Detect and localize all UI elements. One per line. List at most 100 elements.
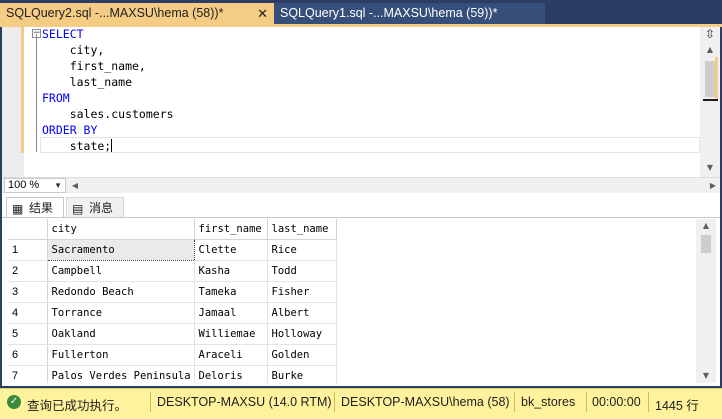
split-view-icon[interactable]: ⇳ [702, 27, 718, 41]
scrollbar-change-marker [715, 57, 718, 101]
editor-horizontal-scrollbar[interactable]: ◀ ▶ [68, 178, 720, 193]
status-bar: ✓ 查询已成功执行。 DESKTOP-MAXSU (14.0 RTM) DESK… [0, 388, 722, 419]
tab-sqlquery2-label: SQLQuery2.sql -...MAXSU\hema (58))* [6, 6, 224, 20]
status-divider [648, 392, 649, 412]
cell-first-name[interactable]: Clette [194, 239, 268, 261]
cell-first-name[interactable]: Kasha [194, 260, 268, 282]
editor-vertical-scrollbar[interactable]: ⇳ ▲ ▼ [700, 27, 720, 177]
outline-line [36, 34, 37, 152]
cell-last-name[interactable]: Golden [267, 344, 337, 366]
zoom-bar: 100 % ▼ ◀ ▶ [2, 177, 720, 193]
cell-first-name[interactable]: Tameka [194, 281, 268, 303]
row-number[interactable]: 3 [8, 281, 48, 303]
table-row[interactable]: 5 Oakland Williemae Holloway [8, 323, 337, 345]
grid-icon: ▦ [12, 202, 24, 216]
row-number[interactable]: 7 [8, 365, 48, 383]
status-elapsed-time: 00:00:00 [592, 395, 641, 409]
code-line: sales.customers [42, 107, 174, 121]
table-row[interactable]: 3 Redondo Beach Tameka Fisher [8, 281, 337, 303]
cell-first-name[interactable]: Williemae [194, 323, 268, 345]
messages-icon: ▤ [72, 202, 84, 216]
tab-messages-label: 消息 [89, 201, 114, 215]
text-caret [111, 139, 113, 152]
row-number[interactable]: 2 [8, 260, 48, 282]
scroll-left-icon[interactable]: ◀ [68, 178, 82, 193]
status-database: bk_stores [521, 395, 576, 409]
row-number[interactable]: 5 [8, 323, 48, 345]
results-tab-divider [2, 217, 720, 218]
scrollbar-thumb[interactable] [705, 61, 715, 97]
cell-city[interactable]: Torrance [47, 302, 195, 324]
cell-city[interactable]: Campbell [47, 260, 195, 282]
row-number[interactable]: 6 [8, 344, 48, 366]
status-divider [586, 392, 587, 412]
status-row-count: 1445 行 [655, 399, 699, 413]
code-line: state; [42, 139, 113, 153]
cell-city[interactable]: Sacramento [46, 238, 195, 261]
tab-sqlquery1[interactable]: SQLQuery1.sql -...MAXSU\hema (59))* [274, 3, 545, 24]
code-line: FROM [42, 91, 70, 105]
status-user: DESKTOP-MAXSU\hema (58) [341, 395, 510, 409]
header-row: city first_name last_name [8, 219, 337, 240]
column-header-city[interactable]: city [47, 219, 195, 240]
cell-city[interactable]: Redondo Beach [47, 281, 195, 303]
results-tab-strip: ▦ 结果 ▤ 消息 [2, 193, 720, 218]
code-line: SELECT [42, 27, 84, 41]
status-divider [150, 392, 151, 412]
cell-city[interactable]: Fullerton [47, 344, 195, 366]
close-icon[interactable]: ✕ [257, 3, 268, 24]
scrollbar-thumb[interactable] [701, 235, 711, 253]
cell-last-name[interactable]: Burke [267, 365, 337, 383]
scroll-down-icon[interactable]: ▼ [696, 369, 716, 383]
tab-results[interactable]: ▦ 结果 [6, 197, 64, 217]
results-vertical-scrollbar[interactable]: ▲ ▼ [696, 219, 716, 383]
tab-sqlquery1-label: SQLQuery1.sql -...MAXSU\hema (59))* [280, 6, 498, 20]
cell-first-name[interactable]: Jamaal [194, 302, 268, 324]
column-header-last-name[interactable]: last_name [267, 219, 337, 240]
table-row[interactable]: 7 Palos Verdes Peninsula Deloris Burke [8, 365, 337, 383]
table-row[interactable]: 1 Sacramento Clette Rice [8, 238, 337, 261]
zoom-select[interactable]: 100 % ▼ [4, 178, 66, 193]
code-line: ORDER BY [42, 123, 98, 137]
cell-last-name[interactable]: Rice [267, 239, 337, 261]
scroll-up-icon[interactable]: ▲ [696, 219, 716, 233]
status-divider [334, 392, 335, 412]
tab-results-label: 结果 [29, 201, 54, 215]
cell-last-name[interactable]: Holloway [267, 323, 337, 345]
status-divider [514, 392, 515, 412]
row-number[interactable]: 4 [8, 302, 48, 324]
cell-city[interactable]: Palos Verdes Peninsula [47, 365, 195, 383]
sql-code[interactable]: SELECT city, first_name, last_name FROM s… [42, 26, 174, 154]
cell-last-name[interactable]: Todd [267, 260, 337, 282]
tab-messages[interactable]: ▤ 消息 [66, 197, 124, 217]
editor-gutter [2, 27, 24, 177]
table-row[interactable]: 6 Fullerton Araceli Golden [8, 344, 337, 366]
code-line: last_name [42, 75, 133, 89]
scroll-down-icon[interactable]: ▼ [700, 161, 720, 175]
table-row[interactable]: 2 Campbell Kasha Todd [8, 260, 337, 282]
document-tab-strip: SQLQuery2.sql -...MAXSU\hema (58))* ✕ SQ… [0, 0, 722, 24]
query-editor[interactable]: − SELECT city, first_name, last_name FROM… [2, 27, 720, 177]
code-line: city, [42, 43, 105, 57]
table-row[interactable]: 4 Torrance Jamaal Albert [8, 302, 337, 324]
cell-city[interactable]: Oakland [47, 323, 195, 345]
chevron-down-icon: ▼ [54, 181, 62, 190]
status-message: 查询已成功执行。 [27, 399, 128, 413]
row-number-header[interactable] [8, 219, 48, 240]
scrollbar-caret-marker [703, 99, 718, 101]
zoom-value: 100 % [8, 179, 40, 191]
row-number[interactable]: 1 [8, 239, 48, 261]
cell-last-name[interactable]: Fisher [267, 281, 337, 303]
cell-first-name[interactable]: Deloris [194, 365, 268, 383]
scroll-right-icon[interactable]: ▶ [706, 178, 720, 193]
results-table: city first_name last_name 1 Sacramento C… [8, 219, 337, 383]
results-grid[interactable]: city first_name last_name 1 Sacramento C… [8, 219, 688, 383]
tab-sqlquery2[interactable]: SQLQuery2.sql -...MAXSU\hema (58))* ✕ [0, 3, 274, 24]
status-server: DESKTOP-MAXSU (14.0 RTM) [157, 395, 332, 409]
change-marker [21, 27, 24, 153]
code-line: first_name, [42, 59, 146, 73]
cell-last-name[interactable]: Albert [267, 302, 337, 324]
column-header-first-name[interactable]: first_name [194, 219, 268, 240]
scroll-up-icon[interactable]: ▲ [700, 43, 720, 57]
cell-first-name[interactable]: Araceli [194, 344, 268, 366]
